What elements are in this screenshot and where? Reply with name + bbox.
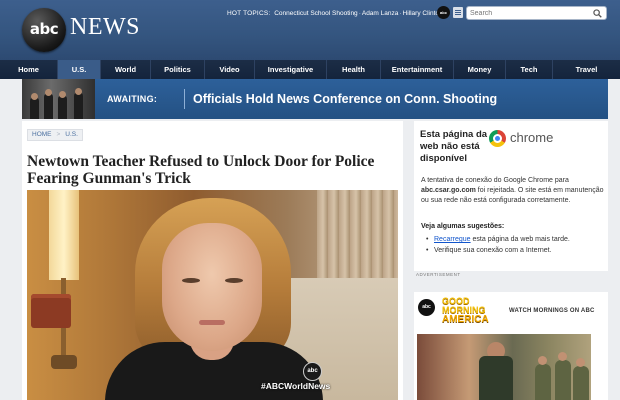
suggestions-list: Recarregue esta página da web mais tarde… <box>425 235 603 257</box>
advertisement-label: ADVERTISEMENT <box>416 272 461 277</box>
error-body: A tentativa de conexão do Google Chrome … <box>421 176 605 206</box>
search-input[interactable] <box>470 8 588 18</box>
nav-health[interactable]: Health <box>327 60 381 79</box>
article-card: HOME > U.S. Newtown Teacher Refused to U… <box>22 121 403 400</box>
hot-topic-link[interactable]: Adam Lanza <box>362 10 399 17</box>
reload-link[interactable]: Recarregue <box>434 236 471 243</box>
nav-us[interactable]: U.S. <box>58 60 101 79</box>
nav-home[interactable]: Home <box>0 60 58 79</box>
suggestions-title: Veja algumas sugestões: <box>421 223 505 230</box>
breadcrumb: HOME > U.S. <box>27 129 83 141</box>
suggestion-item: Verifique sua conexão com a Internet. <box>425 246 603 256</box>
banner-divider <box>184 89 185 109</box>
error-body-prefix: A tentativa de conexão do Google Chrome … <box>421 177 569 184</box>
nav-money[interactable]: Money <box>454 60 506 79</box>
site-header: abc NEWS HOT TOPICS: Connecticut School … <box>0 0 620 60</box>
gma-title-line3: AMERICA <box>442 314 489 325</box>
article-video[interactable]: abc #ABCWorldNews <box>27 190 398 400</box>
error-host: abc.csar.go.com <box>421 187 476 194</box>
search-box <box>466 6 607 20</box>
hot-topic-separator: · <box>399 10 402 17</box>
nav-video[interactable]: Video <box>205 60 255 79</box>
nav-investigative[interactable]: Investigative <box>255 60 327 79</box>
news-feed-icon[interactable] <box>453 7 463 18</box>
search-icon[interactable] <box>593 9 602 18</box>
banner-thumbnail[interactable] <box>22 79 95 119</box>
article-headline: Newtown Teacher Refused to Unlock Door f… <box>27 153 375 187</box>
abc-logo-text[interactable]: abc <box>25 20 63 38</box>
nav-travel[interactable]: Travel <box>553 60 620 79</box>
nav-politics[interactable]: Politics <box>151 60 205 79</box>
hot-topics-label: HOT TOPICS: <box>227 10 271 17</box>
hot-topic-link[interactable]: Connecticut School Shooting <box>274 10 357 17</box>
video-hashtag: #ABCWorldNews <box>261 381 331 391</box>
breaking-banner[interactable]: AWAITING: Officials Hold News Conference… <box>22 79 608 119</box>
breadcrumb-home[interactable]: HOME <box>32 130 52 140</box>
nav-tech[interactable]: Tech <box>506 60 553 79</box>
chrome-wordmark: chrome <box>510 130 554 145</box>
nav-world[interactable]: World <box>101 60 151 79</box>
gma-watch-text[interactable]: WATCH MORNINGS ON ABC <box>509 308 595 314</box>
hot-topic-separator: · <box>358 10 361 17</box>
banner-label: AWAITING: <box>107 94 158 104</box>
ad-error-panel: Esta página da web não está disponível c… <box>414 121 608 271</box>
gma-promo[interactable]: abc GOOD MORNING AMERICA WATCH MORNINGS … <box>414 292 608 400</box>
news-wordmark[interactable]: NEWS <box>70 14 140 41</box>
gma-photo[interactable] <box>417 334 591 400</box>
abc-watermark-logo: abc <box>303 362 322 381</box>
nav-entertainment[interactable]: Entertainment <box>381 60 454 79</box>
main-nav: Home U.S. World Politics Video Investiga… <box>0 60 620 79</box>
error-title: Esta página da web não está disponível <box>420 129 488 164</box>
banner-headline[interactable]: Officials Hold News Conference on Conn. … <box>193 92 497 106</box>
abc-mini-logo-icon[interactable]: abc <box>437 6 450 19</box>
breadcrumb-us[interactable]: U.S. <box>65 130 78 140</box>
suggestion-item: Recarregue esta página da web mais tarde… <box>425 235 603 245</box>
suggestion-text: esta página da web mais tarde. <box>470 236 570 243</box>
breadcrumb-separator: > <box>56 131 61 138</box>
hot-topics: HOT TOPICS: Connecticut School Shooting·… <box>227 10 443 17</box>
chrome-logo-icon <box>489 130 506 147</box>
abc-logo-small: abc <box>418 299 435 316</box>
